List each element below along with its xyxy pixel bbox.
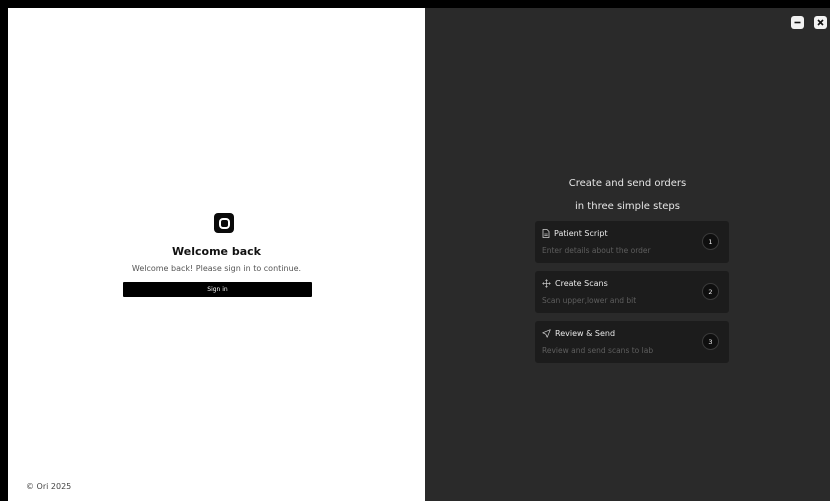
minimize-button[interactable]	[791, 16, 804, 29]
app-window: Welcome back Welcome back! Please sign i…	[0, 0, 830, 501]
move-icon	[542, 279, 551, 288]
step-number-badge: 1	[702, 233, 719, 250]
send-icon	[542, 329, 551, 338]
document-icon	[542, 229, 550, 238]
close-icon	[817, 19, 824, 26]
step-title: Create Scans	[555, 279, 608, 288]
step-card-review-send: Review & Send Review and send scans to l…	[535, 321, 729, 363]
minimize-icon	[794, 21, 801, 24]
sign-in-button[interactable]: Sign in	[123, 282, 312, 297]
login-panel: Welcome back Welcome back! Please sign i…	[8, 8, 425, 501]
step-description: Enter details about the order	[542, 246, 651, 255]
step-number-badge: 3	[702, 333, 719, 350]
step-title: Patient Script	[554, 229, 608, 238]
close-button[interactable]	[814, 16, 827, 29]
promo-heading-line2: in three simple steps	[575, 201, 680, 212]
step-number-badge: 2	[702, 283, 719, 300]
promo-heading-line1: Create and send orders	[568, 178, 687, 189]
page-title: Welcome back	[172, 245, 261, 258]
step-card-create-scans: Create Scans Scan upper,lower and bit 2	[535, 271, 729, 313]
ori-logo-icon	[214, 213, 234, 233]
step-card-patient-script: Patient Script Enter details about the o…	[535, 221, 729, 263]
step-description: Scan upper,lower and bit	[542, 296, 637, 305]
step-title: Review & Send	[555, 329, 616, 338]
promo-panel: Create and send orders in three simple s…	[425, 8, 830, 501]
step-description: Review and send scans to lab	[542, 346, 654, 355]
page-subtitle: Welcome back! Please sign in to continue…	[131, 264, 302, 273]
copyright-text: © Ori 2025	[26, 482, 72, 491]
